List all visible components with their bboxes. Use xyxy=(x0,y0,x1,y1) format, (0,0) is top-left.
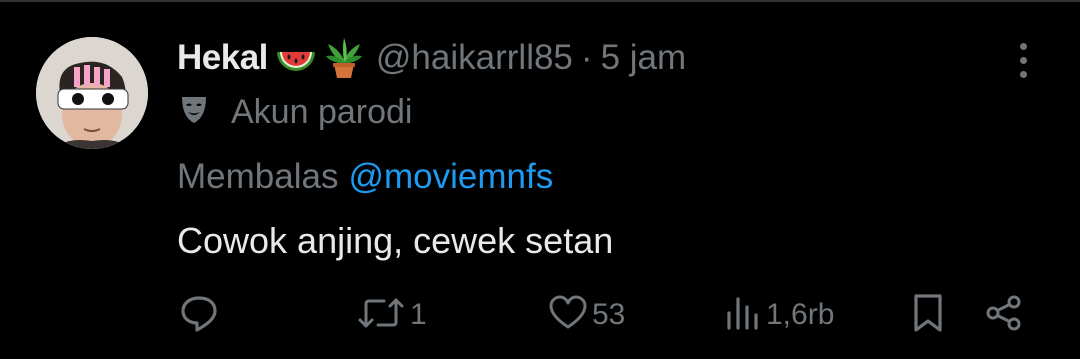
top-divider xyxy=(0,0,1080,2)
retweet-icon xyxy=(356,292,406,339)
watermelon-icon xyxy=(274,36,318,80)
heart-icon xyxy=(548,293,588,338)
avatar[interactable] xyxy=(36,37,148,149)
share-button[interactable] xyxy=(984,290,1024,340)
dot-icon xyxy=(1019,42,1027,50)
separator-dot: · xyxy=(580,38,593,77)
avatar-image xyxy=(36,37,148,149)
potted-plant-icon xyxy=(324,36,364,80)
tweet-time[interactable]: 5 jam xyxy=(601,38,687,78)
tweet-header: Hekal @haikarrll85 · 5 jam xyxy=(177,34,686,82)
tweet-text: Cowok anjing, cewek setan xyxy=(177,220,614,261)
theater-mask-icon xyxy=(177,93,211,132)
dot-icon xyxy=(1019,56,1027,64)
views-chart-icon xyxy=(724,293,762,338)
display-name[interactable]: Hekal xyxy=(177,38,268,78)
share-icon xyxy=(984,293,1024,338)
like-count: 53 xyxy=(592,298,626,331)
reply-mention-link[interactable]: @moviemnfs xyxy=(348,157,553,197)
dot-icon xyxy=(1019,70,1027,78)
retweet-button[interactable]: 1 xyxy=(356,290,427,340)
parody-label: Akun parodi xyxy=(231,92,413,131)
views-button[interactable]: 1,6rb xyxy=(724,290,834,340)
like-button[interactable]: 53 xyxy=(548,290,625,340)
bookmark-button[interactable] xyxy=(910,290,946,340)
view-count: 1,6rb xyxy=(766,298,835,331)
reply-prefix: Membalas xyxy=(177,157,339,196)
parody-badge: Akun parodi xyxy=(177,88,412,136)
retweet-count: 1 xyxy=(410,298,427,331)
bookmark-icon xyxy=(910,292,946,339)
replying-to: Membalas @moviemnfs xyxy=(177,152,553,202)
reply-icon xyxy=(178,292,220,339)
more-options-button[interactable] xyxy=(1008,40,1038,80)
user-handle[interactable]: @haikarrll85 xyxy=(376,38,573,78)
reply-button[interactable] xyxy=(178,290,224,340)
